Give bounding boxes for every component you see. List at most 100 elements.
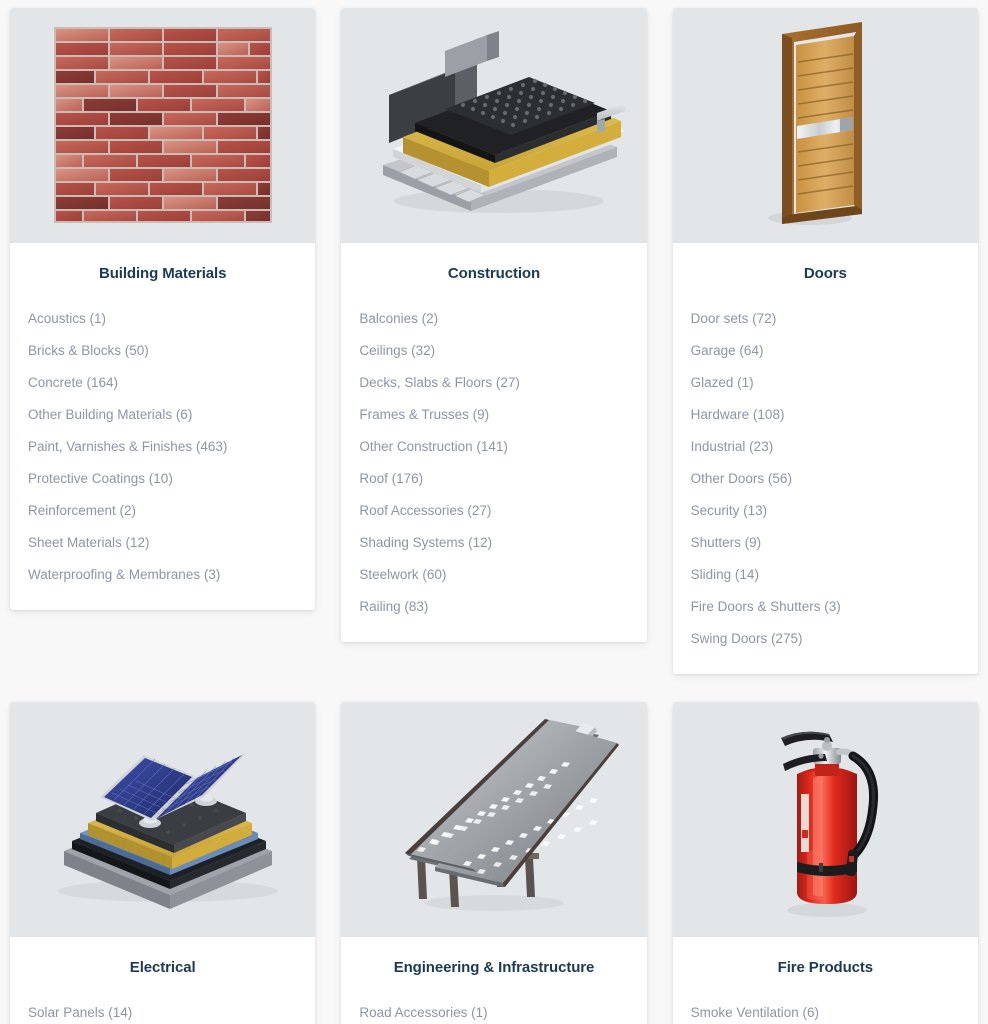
category-link[interactable]: Roof Accessories (27) [359, 503, 491, 519]
category-link[interactable]: Bricks & Blocks (50) [28, 343, 149, 359]
card-body: Electrical Solar Panels (14) [10, 937, 315, 1024]
card-thumbnail [672, 702, 978, 937]
category-list: Solar Panels (14) [28, 1004, 297, 1022]
list-item: Hardware (108) [691, 406, 960, 424]
highway-viaduct-image [404, 718, 619, 911]
category-list: Smoke Ventilation (6) [691, 1004, 960, 1022]
list-item: Shading Systems (12) [359, 534, 628, 552]
fire-extinguisher-image [781, 731, 879, 917]
list-item: Bricks & Blocks (50) [28, 342, 297, 360]
category-link[interactable]: Balconies (2) [359, 311, 438, 327]
list-item: Frames & Trusses (9) [359, 406, 628, 424]
card-body: Building Materials Acoustics (1) Bricks … [10, 243, 315, 610]
list-item: Swing Doors (275) [691, 630, 960, 648]
list-item: Decks, Slabs & Floors (27) [359, 374, 628, 392]
list-item: Fire Doors & Shutters (3) [691, 598, 960, 616]
category-link[interactable]: Shutters (9) [691, 535, 762, 551]
card-thumbnail [10, 702, 316, 937]
list-item: Security (13) [691, 502, 960, 520]
card-thumbnail [341, 8, 647, 243]
category-link[interactable]: Other Building Materials (6) [28, 407, 192, 423]
category-link[interactable]: Door sets (72) [691, 311, 777, 327]
category-link[interactable]: Other Construction (141) [359, 439, 508, 455]
list-item: Sheet Materials (12) [28, 534, 297, 552]
category-link[interactable]: Sliding (14) [691, 567, 759, 583]
list-item: Solar Panels (14) [28, 1004, 297, 1022]
category-link[interactable]: Glazed (1) [691, 375, 754, 391]
list-item: Other Doors (56) [691, 470, 960, 488]
roof-buildup-image [382, 31, 625, 213]
list-item: Industrial (23) [691, 438, 960, 456]
category-card-electrical[interactable]: Electrical Solar Panels (14) [10, 702, 316, 1024]
category-link[interactable]: Security (13) [691, 503, 768, 519]
list-item: Other Construction (141) [359, 438, 628, 456]
brick-wall-image [53, 27, 272, 223]
card-thumbnail [10, 8, 316, 243]
card-body: Construction Balconies (2) Ceilings (32)… [341, 243, 646, 642]
category-link[interactable]: Smoke Ventilation (6) [691, 1005, 819, 1021]
list-item: Ceilings (32) [359, 342, 628, 360]
category-link[interactable]: Decks, Slabs & Floors (27) [359, 375, 520, 391]
wooden-door-image [768, 21, 863, 225]
list-item: Shutters (9) [691, 534, 960, 552]
list-item: Other Building Materials (6) [28, 406, 297, 424]
card-title: Fire Products [777, 959, 874, 976]
list-item: Concrete (164) [28, 374, 297, 392]
category-card-doors[interactable]: Doors Door sets (72) Garage (64) Glazed … [672, 8, 978, 674]
category-link[interactable]: Sheet Materials (12) [28, 535, 150, 551]
list-item: Acoustics (1) [28, 310, 297, 328]
category-link[interactable]: Road Accessories (1) [359, 1005, 487, 1021]
category-card-building-materials[interactable]: Building Materials Acoustics (1) Bricks … [10, 8, 316, 610]
category-link[interactable]: Industrial (23) [691, 439, 774, 455]
list-item: Reinforcement (2) [28, 502, 297, 520]
category-card-grid: Building Materials Acoustics (1) Bricks … [0, 0, 988, 1024]
category-link[interactable]: Hardware (108) [691, 407, 785, 423]
card-title: Engineering & Infrastructure [393, 959, 595, 976]
category-link[interactable]: Concrete (164) [28, 375, 118, 391]
list-item: Paint, Varnishes & Finishes (463) [28, 438, 297, 456]
category-link[interactable]: Roof (176) [359, 471, 423, 487]
list-item: Sliding (14) [691, 566, 960, 584]
category-list: Balconies (2) Ceilings (32) Decks, Slabs… [359, 310, 628, 616]
category-link[interactable]: Swing Doors (275) [691, 631, 803, 647]
card-thumbnail [672, 8, 978, 243]
list-item: Garage (64) [691, 342, 960, 360]
card-body: Doors Door sets (72) Garage (64) Glazed … [673, 243, 978, 674]
card-body: Fire Products Smoke Ventilation (6) [673, 937, 978, 1024]
category-link[interactable]: Solar Panels (14) [28, 1005, 132, 1021]
list-item: Steelwork (60) [359, 566, 628, 584]
category-link[interactable]: Other Doors (56) [691, 471, 792, 487]
list-item: Smoke Ventilation (6) [691, 1004, 960, 1022]
list-item: Balconies (2) [359, 310, 628, 328]
category-link[interactable]: Garage (64) [691, 343, 764, 359]
category-list: Acoustics (1) Bricks & Blocks (50) Concr… [28, 310, 297, 584]
category-list: Door sets (72) Garage (64) Glazed (1) Ha… [691, 310, 960, 648]
list-item: Protective Coatings (10) [28, 470, 297, 488]
category-link[interactable]: Waterproofing & Membranes (3) [28, 567, 220, 583]
category-card-fire-products[interactable]: Fire Products Smoke Ventilation (6) [672, 702, 978, 1024]
list-item: Road Accessories (1) [359, 1004, 628, 1022]
card-body: Engineering & Infrastructure Road Access… [341, 937, 646, 1024]
list-item: Railing (83) [359, 598, 628, 616]
card-title: Building Materials [98, 265, 227, 282]
category-link[interactable]: Ceilings (32) [359, 343, 435, 359]
category-link[interactable]: Paint, Varnishes & Finishes (463) [28, 439, 227, 455]
category-link[interactable]: Steelwork (60) [359, 567, 446, 583]
category-link[interactable]: Acoustics (1) [28, 311, 106, 327]
card-thumbnail [341, 702, 647, 937]
category-card-engineering-infrastructure[interactable]: Engineering & Infrastructure Road Access… [341, 702, 647, 1024]
card-title: Electrical [129, 959, 196, 976]
category-card-construction[interactable]: Construction Balconies (2) Ceilings (32)… [341, 8, 647, 642]
category-link[interactable]: Railing (83) [359, 599, 428, 615]
list-item: Roof (176) [359, 470, 628, 488]
list-item: Glazed (1) [691, 374, 960, 392]
category-link[interactable]: Reinforcement (2) [28, 503, 136, 519]
category-list: Road Accessories (1) [359, 1004, 628, 1022]
solar-panel-roof-image [57, 753, 278, 909]
category-link[interactable]: Frames & Trusses (9) [359, 407, 489, 423]
category-link[interactable]: Shading Systems (12) [359, 535, 492, 551]
category-link[interactable]: Fire Doors & Shutters (3) [691, 599, 841, 615]
card-title: Doors [803, 265, 847, 282]
category-link[interactable]: Protective Coatings (10) [28, 471, 173, 487]
list-item: Roof Accessories (27) [359, 502, 628, 520]
